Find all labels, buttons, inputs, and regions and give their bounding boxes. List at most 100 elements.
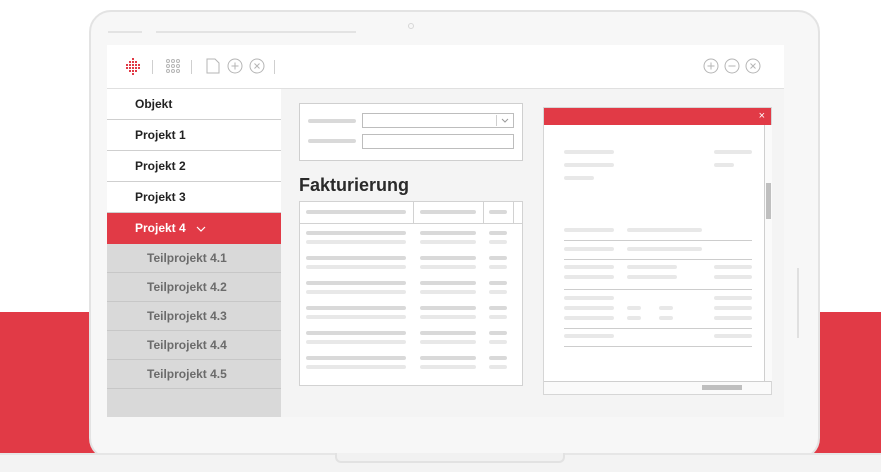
sidebar-subitem-teilprojekt-4-3[interactable]: Teilprojekt 4.3 <box>107 302 281 331</box>
column-header-placeholder <box>420 210 476 214</box>
panel-text-placeholder <box>564 150 614 154</box>
table-cell-placeholder <box>489 256 507 260</box>
panel-text-placeholder <box>627 316 641 320</box>
data-table <box>299 201 523 386</box>
table-cell-placeholder <box>306 356 406 360</box>
logo-icon[interactable] <box>123 57 143 77</box>
sidebar-subitem-label: Teilprojekt 4.2 <box>147 280 227 294</box>
panel-text-placeholder <box>564 334 614 338</box>
window-add-icon[interactable] <box>703 58 719 74</box>
table-cell-placeholder <box>306 265 406 269</box>
panel-text-placeholder <box>564 228 614 232</box>
table-cell-placeholder <box>489 231 507 235</box>
table-cell-placeholder <box>489 365 507 369</box>
table-cell-placeholder <box>420 231 476 235</box>
sidebar-subitem-teilprojekt-4-5[interactable]: Teilprojekt 4.5 <box>107 360 281 389</box>
panel-text-placeholder <box>714 150 752 154</box>
app-window: Objekt Projekt 1 Projekt 2 Projekt 3 Pro… <box>107 45 784 417</box>
panel-text-placeholder <box>627 306 641 310</box>
sidebar-item-label: Objekt <box>135 97 173 111</box>
sidebar-subitem-label: Teilprojekt 4.1 <box>147 251 227 265</box>
add-icon[interactable] <box>227 58 243 74</box>
panel-text-placeholder <box>564 176 594 180</box>
column-separator <box>413 202 414 223</box>
table-cell-placeholder <box>420 256 476 260</box>
table-cell-placeholder <box>306 315 406 319</box>
laptop-side-line <box>797 268 799 338</box>
close-icon[interactable] <box>249 58 265 74</box>
panel-text-placeholder <box>564 275 614 279</box>
table-cell-placeholder <box>489 281 507 285</box>
toolbar-separator <box>274 60 275 74</box>
laptop-lid-line <box>156 31 356 33</box>
sidebar-item-label: Projekt 1 <box>135 128 186 142</box>
table-cell-placeholder <box>420 315 476 319</box>
table-cell-placeholder <box>306 281 406 285</box>
table-cell-placeholder <box>420 265 476 269</box>
window-minimize-icon[interactable] <box>724 58 740 74</box>
table-cell-placeholder <box>306 306 406 310</box>
sidebar-subitem-teilprojekt-4-1[interactable]: Teilprojekt 4.1 <box>107 244 281 273</box>
column-separator <box>513 202 514 223</box>
chevron-down-icon <box>196 226 206 232</box>
panel-text-placeholder <box>564 247 614 251</box>
column-header-placeholder <box>306 210 406 214</box>
table-cell-placeholder <box>420 340 476 344</box>
table-cell-placeholder <box>420 356 476 360</box>
panel-text-placeholder <box>714 163 734 167</box>
table-cell-placeholder <box>306 231 406 235</box>
filter-text-input[interactable] <box>362 134 514 149</box>
sidebar-subitem-teilprojekt-4-2[interactable]: Teilprojekt 4.2 <box>107 273 281 302</box>
panel-divider <box>564 289 752 290</box>
sidebar-item-label: Projekt 2 <box>135 159 186 173</box>
scrollbar-thumb[interactable] <box>702 385 742 390</box>
sidebar-item-projekt-1[interactable]: Projekt 1 <box>107 120 281 151</box>
toolbar <box>107 45 784 89</box>
panel-text-placeholder <box>714 275 752 279</box>
table-cell-placeholder <box>489 315 507 319</box>
main-content: Fakturierung × <box>281 89 784 417</box>
sidebar-item-projekt-3[interactable]: Projekt 3 <box>107 182 281 213</box>
dropdown-divider <box>496 115 497 126</box>
panel-divider <box>564 259 752 260</box>
panel-text-placeholder <box>627 275 677 279</box>
window-close-icon[interactable] <box>745 58 761 74</box>
table-cell-placeholder <box>489 340 507 344</box>
sidebar-subitem-teilprojekt-4-4[interactable]: Teilprojekt 4.4 <box>107 331 281 360</box>
sidebar-item-label: Projekt 4 <box>135 221 186 235</box>
toolbar-separator <box>152 60 153 74</box>
sidebar: Objekt Projekt 1 Projekt 2 Projekt 3 Pro… <box>107 89 281 417</box>
column-separator <box>483 202 484 223</box>
panel-text-placeholder <box>564 296 614 300</box>
panel-text-placeholder <box>659 306 673 310</box>
panel-divider <box>564 346 752 347</box>
document-icon[interactable] <box>206 58 220 74</box>
scrollbar-thumb[interactable] <box>766 183 771 219</box>
panel-text-placeholder <box>714 334 752 338</box>
sidebar-item-projekt-2[interactable]: Projekt 2 <box>107 151 281 182</box>
table-cell-placeholder <box>306 340 406 344</box>
panel-text-placeholder <box>714 296 752 300</box>
table-cell-placeholder <box>420 290 476 294</box>
panel-horizontal-scrollbar[interactable] <box>544 381 771 394</box>
panel-vertical-scrollbar[interactable] <box>764 125 772 381</box>
panel-text-placeholder <box>714 316 752 320</box>
sidebar-item-objekt[interactable]: Objekt <box>107 89 281 120</box>
table-cell-placeholder <box>489 331 507 335</box>
panel-text-placeholder <box>564 306 614 310</box>
table-cell-placeholder <box>306 240 406 244</box>
panel-text-placeholder <box>627 228 702 232</box>
page-title: Fakturierung <box>299 175 410 195</box>
panel-close-button[interactable]: × <box>759 109 765 123</box>
table-cell-placeholder <box>489 265 507 269</box>
laptop-lid-line <box>108 31 142 33</box>
filter-dropdown[interactable] <box>362 113 514 128</box>
table-cell-placeholder <box>420 281 476 285</box>
panel-divider <box>564 328 752 329</box>
table-cell-placeholder <box>420 365 476 369</box>
panel-text-placeholder <box>714 306 752 310</box>
grid-icon[interactable] <box>165 58 181 74</box>
column-header-placeholder <box>489 210 507 214</box>
sidebar-item-projekt-4[interactable]: Projekt 4 <box>107 213 281 244</box>
table-cell-placeholder <box>489 290 507 294</box>
